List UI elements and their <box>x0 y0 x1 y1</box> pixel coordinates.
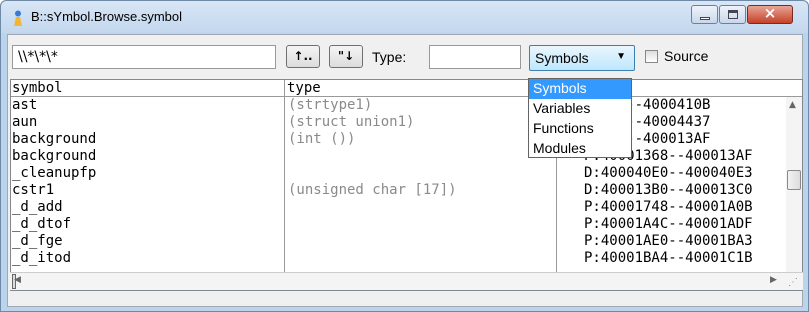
symbol-kind-combo[interactable]: Symbols ▼ <box>529 45 635 71</box>
scroll-right-arrow-icon[interactable]: ▶ <box>770 275 777 285</box>
table-row[interactable]: _d_dtof P:40001A4C--40001ADF <box>11 216 786 233</box>
chevron-down-icon: ▼ <box>616 51 626 62</box>
address-cell: P:40001AE0--40001BA3 <box>584 233 753 249</box>
symbol-table: symbol type ast (strtype1) 040F8--4000410B… <box>10 79 803 291</box>
dropdown-item-symbols[interactable]: Symbols <box>529 79 631 99</box>
browse-window: B::sYmbol.Browse.symbol × \\*\*\* ↑.. "↓… <box>0 0 809 312</box>
type-cell: (struct union1) <box>288 114 415 130</box>
minimize-button[interactable] <box>691 5 718 24</box>
vertical-scrollbar[interactable]: ▲ ▼ <box>786 97 802 290</box>
symbol-cell: _d_fge <box>12 233 63 249</box>
table-row[interactable]: _d_itod P:40001BA4--40001C1B <box>11 250 786 267</box>
title-bar[interactable]: B::sYmbol.Browse.symbol × <box>1 1 808 33</box>
scroll-up-arrow-icon[interactable]: ▲ <box>789 100 796 110</box>
table-row[interactable]: background P:40001368--400013AF <box>11 148 786 165</box>
table-row[interactable]: _d_add P:40001748--40001A0B <box>11 199 786 216</box>
source-checkbox[interactable] <box>645 50 658 63</box>
address-cell: P:40001BA4--40001C1B <box>584 250 753 266</box>
symbol-cell: _d_dtof <box>12 216 72 232</box>
client-area: \\*\*\* ↑.. "↓ Type: Symbols ▼ Source sy… <box>7 34 803 307</box>
maximize-button[interactable] <box>719 5 746 24</box>
address-cell: D:400013B0--400013C0 <box>584 182 753 198</box>
scroll-down-button[interactable]: "↓ <box>329 45 363 68</box>
table-row[interactable]: cstr1 (unsigned char [17]) D:400013B0--400… <box>11 182 786 199</box>
search-input[interactable]: \\*\*\* <box>12 45 276 69</box>
column-header-type[interactable]: type <box>286 80 554 96</box>
symbol-cell: _cleanupfp <box>12 165 97 181</box>
symbol-cell: _d_add <box>12 199 63 215</box>
close-icon: × <box>763 4 777 22</box>
symbol-cell: ast <box>12 97 38 113</box>
table-row[interactable]: _d_fge P:40001AE0--40001BA3 <box>11 233 786 250</box>
table-row[interactable]: background (int ()) 01368--400013AF <box>11 131 786 148</box>
maximize-icon <box>728 10 738 19</box>
combo-value: Symbols <box>535 50 589 66</box>
column-header-symbol[interactable]: symbol <box>11 80 281 96</box>
type-cell: (int ()) <box>288 131 356 147</box>
address-cell: P:40001A4C--40001ADF <box>584 216 753 232</box>
dropdown-item-variables[interactable]: Variables <box>529 99 631 119</box>
table-header: symbol type <box>11 80 802 97</box>
scroll-left-arrow-icon[interactable]: ◀ <box>14 275 21 285</box>
type-cell: (strtype1) <box>288 97 373 113</box>
type-cell: (unsigned char [17]) <box>288 182 457 198</box>
horizontal-scrollbar[interactable]: ◀ ▶ ⋰ <box>10 272 803 290</box>
source-label: Source <box>664 48 709 64</box>
symbol-kind-dropdown: Symbols Variables Functions Modules <box>528 78 632 158</box>
symbol-cell: background <box>12 148 97 164</box>
dropdown-item-modules[interactable]: Modules <box>529 139 631 159</box>
table-row[interactable]: ast (strtype1) 040F8--4000410B <box>11 97 786 114</box>
table-row[interactable]: _cleanupfp D:400040E0--400040E3 <box>11 165 786 182</box>
window-title: B::sYmbol.Browse.symbol <box>31 9 182 24</box>
symbol-cell: _d_itod <box>12 250 72 266</box>
close-button[interactable]: × <box>747 4 793 24</box>
resize-grip-icon[interactable]: ⋰ <box>788 277 798 288</box>
type-input[interactable] <box>429 45 521 69</box>
scroll-up-button[interactable]: ↑.. <box>286 45 320 68</box>
address-cell: P:40001748--40001A0B <box>584 199 753 215</box>
symbol-cell: cstr1 <box>12 182 55 198</box>
table-row[interactable]: aun (struct union1) 04420--40004437 <box>11 114 786 131</box>
symbol-cell: aun <box>12 114 38 130</box>
minimize-icon <box>700 17 710 20</box>
symbol-cell: background <box>12 131 97 147</box>
vertical-scroll-thumb[interactable] <box>787 170 801 190</box>
address-cell: D:400040E0--400040E3 <box>584 165 753 181</box>
type-label: Type: <box>372 49 407 65</box>
app-icon <box>14 10 22 26</box>
dropdown-item-functions[interactable]: Functions <box>529 119 631 139</box>
